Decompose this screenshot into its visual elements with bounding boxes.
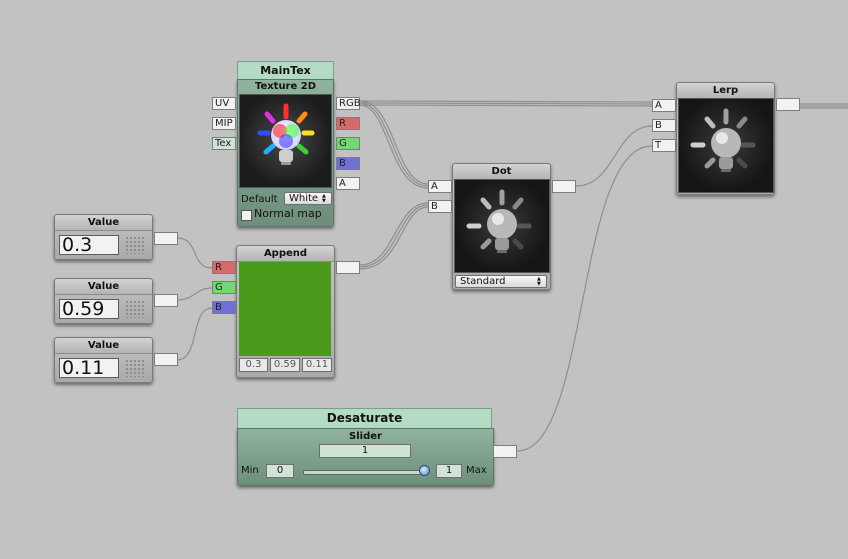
value-node-2[interactable]: Value 0.59 — [54, 278, 153, 324]
desaturate-subtitle: Slider — [349, 431, 382, 442]
port-label: B — [215, 302, 222, 313]
lightbulb-gray-icon — [466, 189, 532, 253]
min-label: Min — [241, 465, 259, 476]
maintex-input-tex[interactable]: Tex — [212, 137, 236, 150]
maintex-input-mip[interactable]: MIP — [212, 117, 236, 130]
append-component-x: 0.3 — [239, 358, 268, 372]
normal-map-checkbox[interactable] — [241, 210, 252, 221]
value-node-title: Value — [55, 215, 152, 231]
lerp-input-t[interactable]: T — [652, 139, 676, 152]
wire-value1-to-append-r — [176, 237, 213, 269]
port-label: R — [339, 118, 346, 129]
dot-mode-value: Standard — [460, 276, 506, 287]
append-input-r[interactable]: R — [212, 261, 236, 274]
desaturate-value-field[interactable]: 1 — [319, 444, 411, 458]
maintex-node[interactable]: Texture 2D Default White ▲▼ Normal map — [237, 79, 334, 227]
value-input-3[interactable]: 0.11 — [59, 358, 119, 378]
min-value-field[interactable]: 0 — [266, 464, 294, 478]
value-node-1-output[interactable] — [154, 232, 178, 245]
wire-value3-to-append-b — [176, 307, 213, 361]
maintex-default-dropdown[interactable]: White ▲▼ — [284, 192, 332, 205]
dropdown-arrow-icon: ▲▼ — [537, 276, 541, 287]
dot-preview — [454, 179, 550, 273]
value-input-1[interactable]: 0.3 — [59, 235, 119, 255]
port-label: R — [215, 262, 222, 273]
maintex-preview — [239, 94, 332, 188]
maintex-input-uv[interactable]: UV — [212, 97, 236, 110]
port-label: T — [655, 140, 662, 151]
slider-thumb[interactable] — [419, 465, 430, 476]
lerp-output[interactable] — [776, 98, 800, 111]
port-label: B — [431, 201, 438, 212]
drag-grip-icon[interactable] — [125, 359, 145, 377]
port-label: Tex — [215, 138, 232, 149]
maintex-subtitle: Texture 2D — [254, 81, 317, 92]
port-label: B — [655, 120, 662, 131]
port-label: MIP — [215, 118, 233, 129]
append-preview — [239, 262, 331, 356]
normal-map-label: Normal map — [254, 207, 322, 220]
append-output[interactable] — [336, 261, 360, 274]
value-node-1[interactable]: Value 0.3 — [54, 214, 153, 260]
wire-rgb-to-lerp-a — [359, 100, 653, 103]
maintex-default-value: White — [289, 193, 319, 204]
maintex-title-bar[interactable]: MainTex — [237, 61, 334, 80]
desaturate-title: Desaturate — [326, 411, 403, 425]
desaturate-output[interactable] — [493, 445, 517, 458]
dot-node[interactable]: Dot Standard ▲▼ — [452, 163, 551, 290]
value-node-title: Value — [55, 279, 152, 295]
port-label: UV — [215, 98, 230, 109]
lerp-preview — [678, 98, 774, 193]
port-label: G — [339, 138, 347, 149]
value-input-2[interactable]: 0.59 — [59, 299, 119, 319]
maintex-title: MainTex — [260, 64, 311, 77]
value-node-3[interactable]: Value 0.11 — [54, 337, 153, 383]
dot-mode-dropdown[interactable]: Standard ▲▼ — [455, 275, 547, 288]
wire-append-to-dot-b — [359, 202, 429, 266]
append-component-z: 0.11 — [302, 358, 332, 372]
lerp-node[interactable]: Lerp — [676, 82, 775, 195]
value-node-3-output[interactable] — [154, 353, 178, 366]
append-component-y: 0.59 — [270, 358, 300, 372]
maintex-output-rgb[interactable]: RGB — [336, 97, 361, 110]
dot-input-b[interactable]: B — [428, 200, 452, 213]
wire-rgb-to-dot-a — [359, 100, 429, 185]
dropdown-arrow-icon: ▲▼ — [322, 193, 326, 204]
lightbulb-gray-icon — [690, 108, 756, 172]
value-node-2-output[interactable] — [154, 294, 178, 307]
slider-track[interactable] — [303, 470, 427, 475]
dot-output[interactable] — [552, 180, 576, 193]
max-value-field[interactable]: 1 — [436, 464, 462, 478]
lerp-title: Lerp — [677, 83, 774, 99]
port-label: A — [431, 181, 438, 192]
desaturate-title-bar[interactable]: Desaturate — [237, 408, 492, 429]
maintex-output-r[interactable]: R — [336, 117, 360, 130]
value-node-title: Value — [55, 338, 152, 354]
maintex-default-label: Default — [241, 194, 278, 205]
maintex-output-b[interactable]: B — [336, 157, 360, 170]
drag-grip-icon[interactable] — [125, 236, 145, 254]
append-input-g[interactable]: G — [212, 281, 236, 294]
wire-dot-to-lerp-b — [575, 125, 653, 187]
lerp-input-b[interactable]: B — [652, 119, 676, 132]
dot-input-a[interactable]: A — [428, 180, 452, 193]
max-label: Max — [466, 465, 487, 476]
desaturate-node[interactable]: Slider 1 Min 0 1 Max — [237, 428, 494, 486]
append-title: Append — [237, 246, 334, 262]
lerp-input-a[interactable]: A — [652, 99, 676, 112]
maintex-output-g[interactable]: G — [336, 137, 360, 150]
wire-value2-to-append-g — [176, 287, 213, 301]
append-input-b[interactable]: B — [212, 301, 236, 314]
port-label: G — [215, 282, 223, 293]
port-label: A — [339, 178, 346, 189]
drag-grip-icon[interactable] — [125, 300, 145, 318]
maintex-output-a[interactable]: A — [336, 177, 360, 190]
dot-title: Dot — [453, 164, 550, 180]
port-label: A — [655, 100, 662, 111]
append-node[interactable]: Append 0.3 0.59 0.11 — [236, 245, 335, 378]
port-label: B — [339, 158, 346, 169]
lightbulb-color-icon — [257, 103, 315, 165]
port-label: RGB — [339, 98, 361, 109]
